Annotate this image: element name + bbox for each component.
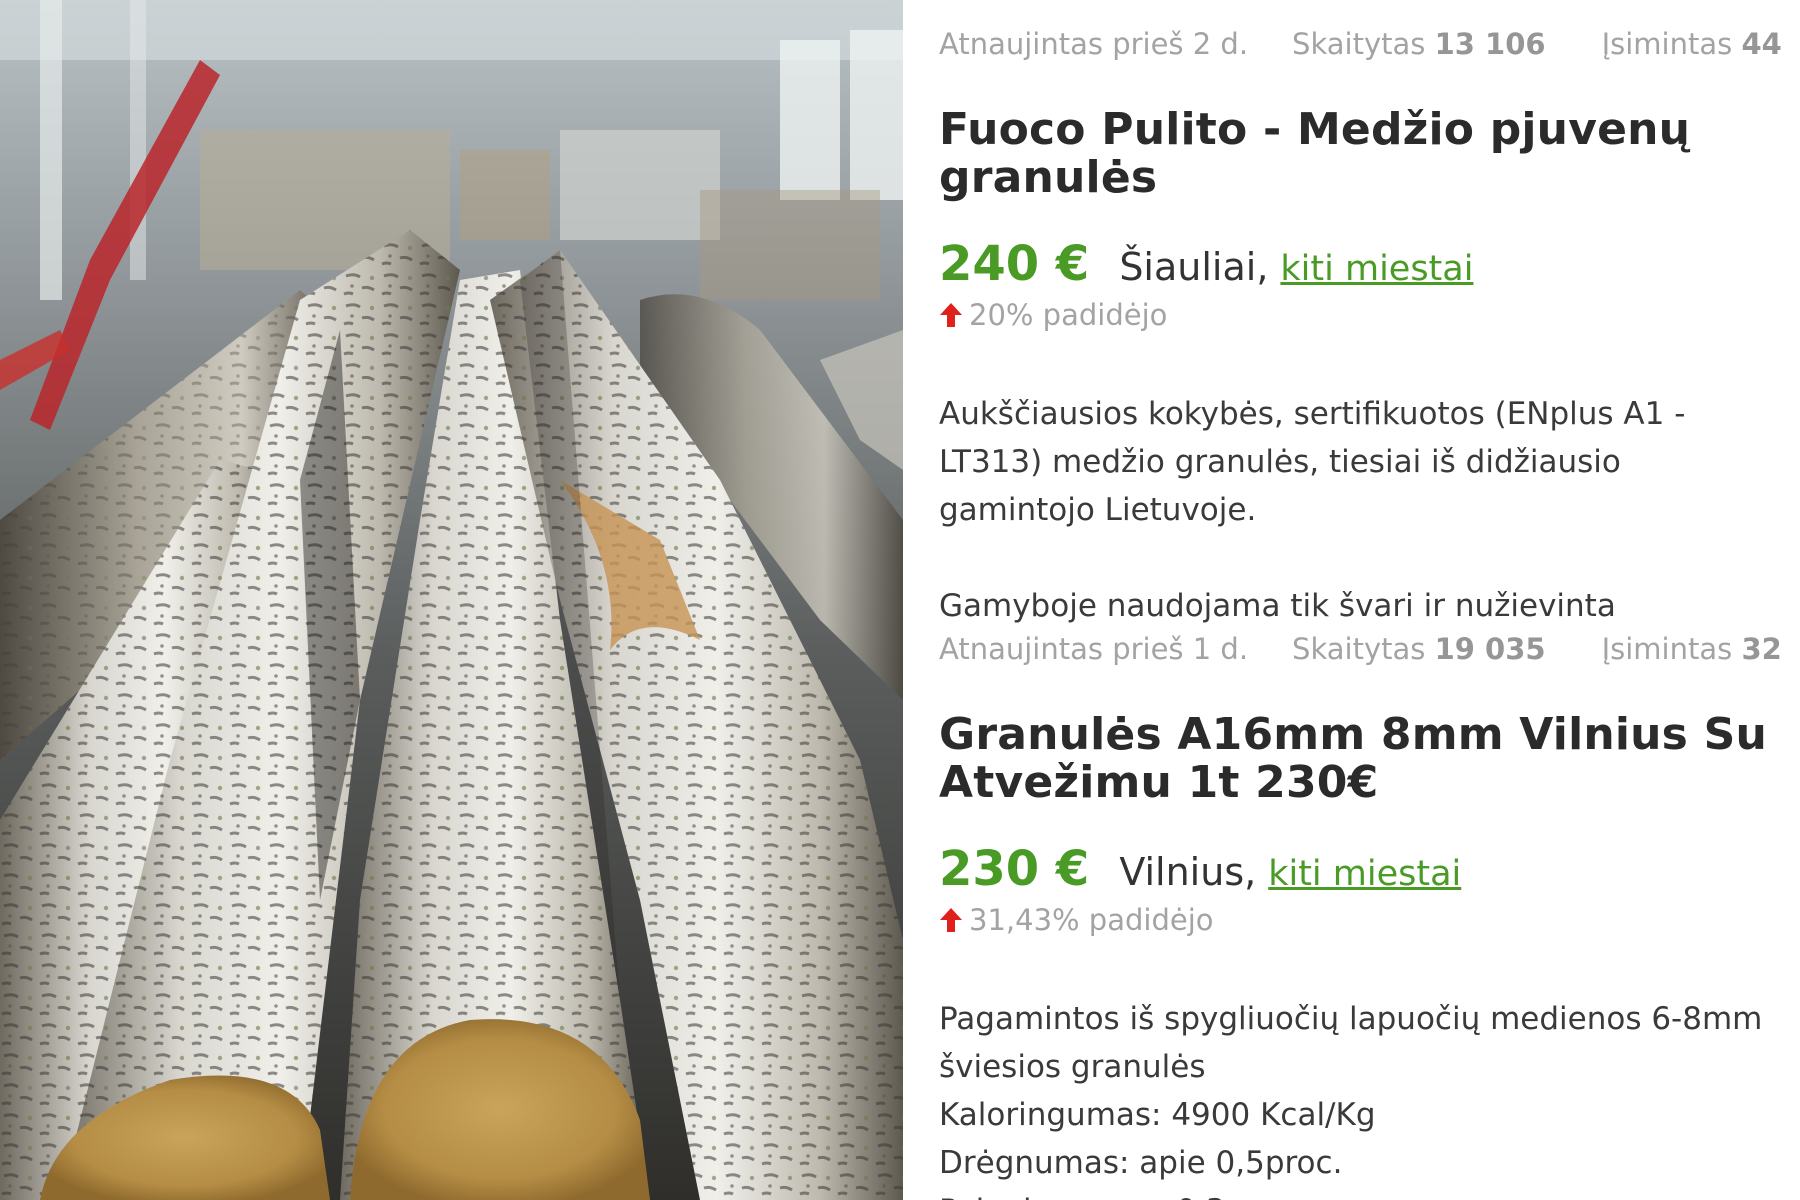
price: 230 €	[939, 841, 1090, 897]
listing-card[interactable]: Atnaujintas prieš 2 d. Skaitytas 13 106 …	[939, 22, 1782, 630]
description-line: Peleningumas: 0,3proc.	[939, 1187, 1779, 1200]
listing-meta: Atnaujintas prieš 1 d. Skaitytas 19 035 …	[939, 627, 1782, 671]
price-change: 20% padidėjo	[939, 298, 1779, 332]
description-paragraph: Pagamintos iš spygliuočių lapuočių medie…	[939, 1001, 1763, 1085]
listing-meta: Atnaujintas prieš 2 d. Skaitytas 13 106 …	[939, 22, 1782, 66]
listings-panel: Atnaujintas prieš 2 d. Skaitytas 13 106 …	[903, 0, 1800, 1200]
saved-label: Įsimintas	[1601, 632, 1733, 666]
other-cities-link[interactable]: kiti miestai	[1280, 249, 1473, 289]
saved-count: 44	[1741, 27, 1782, 61]
city: Vilnius,	[1119, 850, 1257, 894]
price-change: 31,43% padidėjo	[939, 903, 1779, 937]
up-arrow-icon	[940, 908, 962, 932]
description-line: Drėgnumas: apie 0,5proc.	[939, 1145, 1343, 1181]
birch-logs-illustration	[0, 0, 903, 1200]
other-cities-link[interactable]: kiti miestai	[1268, 854, 1461, 894]
price-change-text: 20% padidėjo	[969, 298, 1168, 332]
updated-text: Atnaujintas prieš 1 d.	[939, 632, 1249, 666]
views-label: Skaitytas	[1292, 632, 1426, 666]
updated-text: Atnaujintas prieš 2 d.	[939, 27, 1249, 61]
price-row: 240 € Šiauliai, kiti miestai	[939, 236, 1779, 292]
description-paragraph: Aukščiausios kokybės, sertifikuotos (ENp…	[939, 396, 1686, 528]
city: Šiauliai,	[1119, 245, 1269, 289]
views-count: 13 106	[1434, 27, 1546, 61]
description-line: Kaloringumas: 4900 Kcal/Kg	[939, 1097, 1376, 1133]
description-paragraph: Gamyboje naudojama tik švari ir nužievin…	[939, 588, 1616, 624]
views-label: Skaitytas	[1292, 27, 1426, 61]
listing-title[interactable]: Fuoco Pulito - Medžio pjuvenų granulės	[939, 106, 1779, 202]
saved-count: 32	[1741, 632, 1782, 666]
up-arrow-icon	[940, 303, 962, 327]
saved-label: Įsimintas	[1601, 27, 1733, 61]
views-count: 19 035	[1434, 632, 1546, 666]
price-change-text: 31,43% padidėjo	[969, 903, 1214, 937]
price: 240 €	[939, 236, 1090, 292]
listing-card[interactable]: Atnaujintas prieš 1 d. Skaitytas 19 035 …	[939, 627, 1782, 1200]
birch-logs-photo	[0, 0, 903, 1200]
price-row: 230 € Vilnius, kiti miestai	[939, 841, 1779, 897]
listing-title[interactable]: Granulės A16mm 8mm Vilnius Su Atvežimu 1…	[939, 711, 1779, 807]
